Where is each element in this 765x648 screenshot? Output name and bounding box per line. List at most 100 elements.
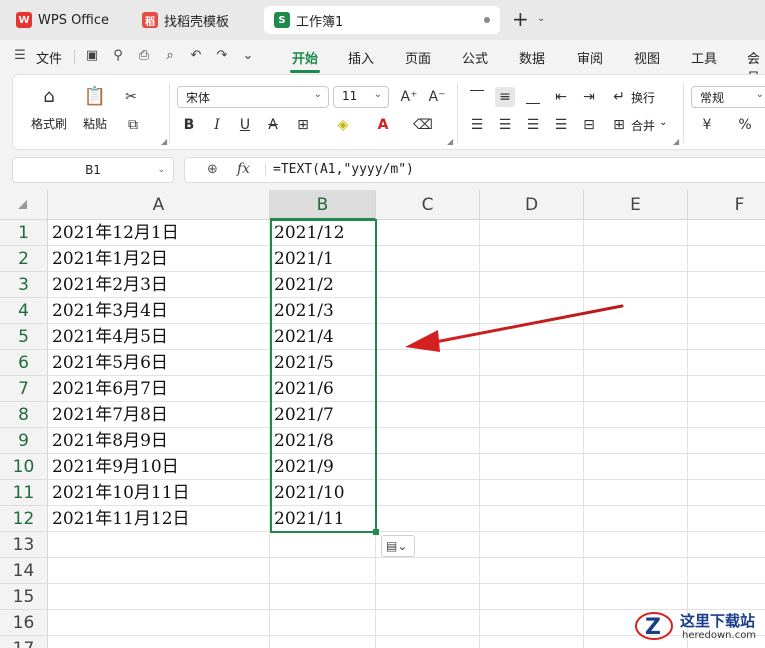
cell-e14[interactable] xyxy=(584,558,688,584)
cell-d12[interactable] xyxy=(480,506,584,532)
tab-wps-office[interactable]: W WPS Office xyxy=(6,6,124,34)
align-bottom-icon[interactable]: ⎽ xyxy=(523,87,543,107)
cell-f3[interactable] xyxy=(688,272,765,298)
font-size-select[interactable]: 11 ⌄ xyxy=(333,86,389,108)
cell-a17[interactable] xyxy=(48,636,270,648)
menu-review[interactable]: 审阅 xyxy=(577,48,603,67)
cell-c10[interactable] xyxy=(376,454,480,480)
cell-e11[interactable] xyxy=(584,480,688,506)
underline-icon[interactable]: U xyxy=(235,115,255,135)
cell-c6[interactable] xyxy=(376,350,480,376)
align-center-icon[interactable]: ☰ xyxy=(495,115,515,135)
cell-c9[interactable] xyxy=(376,428,480,454)
row-header[interactable]: 17 xyxy=(0,636,48,648)
strikethrough-icon[interactable]: A xyxy=(263,115,283,135)
increase-font-icon[interactable]: A⁺ xyxy=(399,87,419,107)
merge-label[interactable]: 合并 xyxy=(631,117,655,134)
copy-icon[interactable]: ⧉ xyxy=(123,115,143,135)
cell-a5[interactable]: 2021年4月5日 xyxy=(48,324,270,350)
save-icon[interactable]: ▣ xyxy=(84,48,100,64)
cell-b16[interactable] xyxy=(270,610,376,636)
cell-b9[interactable]: 2021/8 xyxy=(270,428,376,454)
cell-e10[interactable] xyxy=(584,454,688,480)
cell-b12[interactable]: 2021/11 xyxy=(270,506,376,532)
print-icon[interactable]: ⎙ xyxy=(136,48,152,64)
row-header[interactable]: 2 xyxy=(0,246,48,272)
cell-a3[interactable]: 2021年2月3日 xyxy=(48,272,270,298)
cell-a8[interactable]: 2021年7月8日 xyxy=(48,402,270,428)
name-box[interactable]: B1 ⌄ xyxy=(12,157,174,183)
align-right-icon[interactable]: ☰ xyxy=(523,115,543,135)
indent-decrease-icon[interactable]: ⇤ xyxy=(551,87,571,107)
menu-insert[interactable]: 插入 xyxy=(348,48,374,67)
wrap-text-label[interactable]: 换行 xyxy=(631,89,655,106)
cell-d8[interactable] xyxy=(480,402,584,428)
cell-f1[interactable] xyxy=(688,220,765,246)
format-painter-button[interactable]: ⌂ 格式刷 xyxy=(27,85,71,132)
column-header-c[interactable]: C xyxy=(376,190,480,220)
menu-home[interactable]: 开始 xyxy=(292,48,318,67)
cell-a13[interactable] xyxy=(48,532,270,558)
cell-c1[interactable] xyxy=(376,220,480,246)
cell-b17[interactable] xyxy=(270,636,376,648)
border-icon[interactable]: ⊞ xyxy=(293,115,313,135)
cell-f2[interactable] xyxy=(688,246,765,272)
merge-cells-icon[interactable]: ⊞ xyxy=(609,115,629,135)
column-header-b[interactable]: B xyxy=(270,190,376,220)
cell-b14[interactable] xyxy=(270,558,376,584)
cell-c16[interactable] xyxy=(376,610,480,636)
cell-f4[interactable] xyxy=(688,298,765,324)
cell-f11[interactable] xyxy=(688,480,765,506)
expand-corner-icon[interactable]: ◢ xyxy=(161,137,167,146)
tab-workbook[interactable]: S 工作簿1 xyxy=(264,6,500,34)
cell-b11[interactable]: 2021/10 xyxy=(270,480,376,506)
column-header-d[interactable]: D xyxy=(480,190,584,220)
cell-d14[interactable] xyxy=(480,558,584,584)
cell-e6[interactable] xyxy=(584,350,688,376)
cell-d1[interactable] xyxy=(480,220,584,246)
justify-icon[interactable]: ☰ xyxy=(551,115,571,135)
chevron-down-icon[interactable]: ⌄ xyxy=(659,117,667,128)
cell-f14[interactable] xyxy=(688,558,765,584)
cell-e5[interactable] xyxy=(584,324,688,350)
font-name-select[interactable]: 宋体 ⌄ xyxy=(177,86,329,108)
percent-icon[interactable]: % xyxy=(735,115,755,135)
cell-e8[interactable] xyxy=(584,402,688,428)
row-header[interactable]: 4 xyxy=(0,298,48,324)
cell-b4[interactable]: 2021/3 xyxy=(270,298,376,324)
expand-corner-icon[interactable]: ◢ xyxy=(447,137,453,146)
cell-f5[interactable] xyxy=(688,324,765,350)
share-icon[interactable]: ⚲ xyxy=(110,48,126,64)
menu-tools[interactable]: 工具 xyxy=(691,48,717,67)
row-header[interactable]: 13 xyxy=(0,532,48,558)
print-preview-icon[interactable]: ⌕ xyxy=(162,48,178,64)
font-color-icon[interactable]: A xyxy=(373,115,393,135)
cell-e1[interactable] xyxy=(584,220,688,246)
align-middle-icon[interactable]: ≡ xyxy=(495,87,515,107)
cell-d2[interactable] xyxy=(480,246,584,272)
menu-formula[interactable]: 公式 xyxy=(462,48,488,67)
cell-f13[interactable] xyxy=(688,532,765,558)
row-header[interactable]: 7 xyxy=(0,376,48,402)
cell-a9[interactable]: 2021年8月9日 xyxy=(48,428,270,454)
chevron-down-icon[interactable]: ⌄ xyxy=(537,13,545,24)
column-header-e[interactable]: E xyxy=(584,190,688,220)
cell-d4[interactable] xyxy=(480,298,584,324)
row-header[interactable]: 10 xyxy=(0,454,48,480)
cell-a16[interactable] xyxy=(48,610,270,636)
paste-button[interactable]: 📋 粘贴 xyxy=(75,85,115,132)
row-header[interactable]: 6 xyxy=(0,350,48,376)
cell-b10[interactable]: 2021/9 xyxy=(270,454,376,480)
cell-d16[interactable] xyxy=(480,610,584,636)
cell-a14[interactable] xyxy=(48,558,270,584)
fill-color-icon[interactable]: ◈ xyxy=(333,115,353,135)
currency-icon[interactable]: ¥ xyxy=(697,115,717,135)
cell-b6[interactable]: 2021/5 xyxy=(270,350,376,376)
cell-c12[interactable] xyxy=(376,506,480,532)
decrease-font-icon[interactable]: A⁻ xyxy=(427,87,447,107)
cell-c5[interactable] xyxy=(376,324,480,350)
cell-d7[interactable] xyxy=(480,376,584,402)
indent-increase-icon[interactable]: ⇥ xyxy=(579,87,599,107)
cell-b15[interactable] xyxy=(270,584,376,610)
expand-corner-icon[interactable]: ◢ xyxy=(673,137,679,146)
